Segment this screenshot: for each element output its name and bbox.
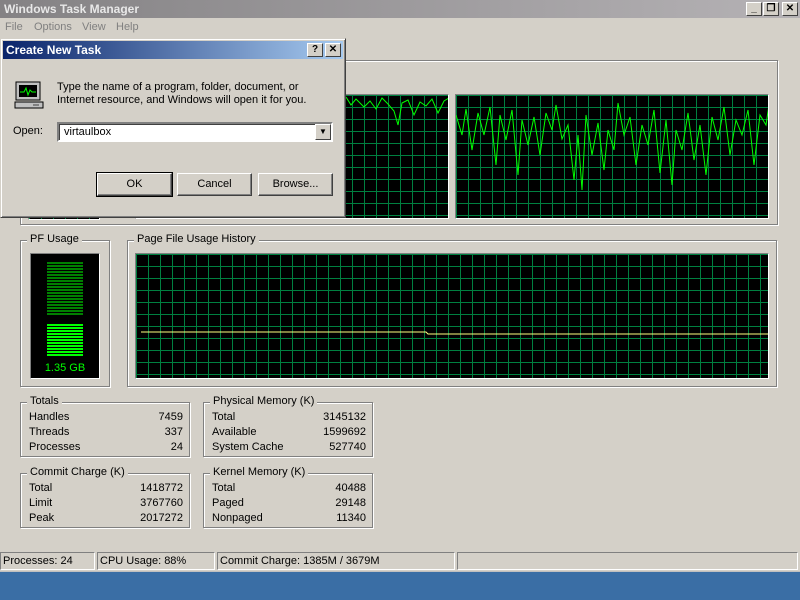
open-combobox[interactable]: virtaulbox ▼ [57,122,333,142]
physical-row-total: Total 3145132 [212,411,366,426]
totals-processes-key: Processes [29,441,81,453]
status-processes: Processes: 24 [0,552,95,570]
totals-processes-value: 24 [170,441,183,453]
commit-charge-group: Commit Charge (K) Total 1418772 Limit 37… [20,466,190,528]
physical-total-key: Total [212,411,236,423]
menu-options[interactable]: Options [34,21,72,33]
totals-handles-key: Handles [29,411,70,423]
open-label: Open: [13,125,43,137]
kernel-total-value: 40488 [335,482,366,494]
commit-charge-label: Commit Charge (K) [27,466,128,478]
kernel-paged-value: 29148 [335,497,366,509]
pf-usage-gauge-fill [47,324,83,356]
pf-usage-gauge: 1.35 GB [30,253,100,379]
commit-peak-value: 2017272 [140,512,183,524]
pf-usage-gauge-empty [47,262,83,316]
taskbar [0,571,800,600]
commit-row-limit: Limit 3767760 [29,497,183,512]
cancel-button[interactable]: Cancel [177,173,252,196]
kernel-memory-label: Kernel Memory (K) [210,466,309,478]
commit-total-key: Total [29,482,53,494]
physical-cache-key: System Cache [212,441,284,453]
statusbar: Processes: 24 CPU Usage: 88% Commit Char… [0,551,800,571]
kernel-nonpaged-key: Nonpaged [212,512,263,524]
restore-button[interactable]: ❐ [763,2,779,16]
kernel-memory-group: Kernel Memory (K) Total 40488 Paged 2914… [203,466,373,528]
totals-row-handles: Handles 7459 [29,411,183,426]
totals-row-processes: Processes 24 [29,441,183,456]
kernel-nonpaged-value: 11340 [336,512,366,524]
totals-handles-value: 7459 [158,411,183,423]
kernel-paged-key: Paged [212,497,244,509]
task-manager-titlebar[interactable]: Windows Task Manager _ ❐ ✕ [0,0,800,18]
window-title: Windows Task Manager [4,2,140,16]
cpu-history-line-2 [456,102,768,191]
physical-cache-value: 527740 [329,441,366,453]
commit-peak-key: Peak [29,512,55,524]
cpu-history-graph-2 [455,94,769,219]
cpu-history-line-1 [345,96,448,126]
pf-usage-value: 1.35 GB [44,362,86,374]
menu-view[interactable]: View [82,21,106,33]
physical-memory-group: Physical Memory (K) Total 3145132 Availa… [203,395,373,457]
physical-available-key: Available [212,426,257,438]
totals-group: Totals Handles 7459 Threads 337 Processe… [20,395,190,457]
create-new-task-dialog: Create New Task ? ✕ Type the name of a p… [0,38,346,218]
dialog-titlebar[interactable]: Create New Task ? ✕ [3,41,343,59]
close-button[interactable]: ✕ [782,2,798,16]
totals-threads-key: Threads [29,426,70,438]
totals-threads-value: 337 [164,426,183,438]
physical-memory-label: Physical Memory (K) [210,395,318,407]
dialog-description: Type the name of a program, folder, docu… [57,81,307,106]
pf-usage-label: PF Usage [27,233,82,245]
kernel-row-nonpaged: Nonpaged 11340 [212,512,366,527]
ok-button[interactable]: OK [96,172,173,197]
dialog-help-button[interactable]: ? [307,43,323,57]
browse-button[interactable]: Browse... [258,173,333,196]
commit-limit-value: 3767760 [140,497,183,509]
dialog-title: Create New Task [6,43,102,57]
menubar: File Options View Help [0,19,800,37]
commit-row-total: Total 1418772 [29,482,183,497]
commit-total-value: 1418772 [140,482,183,494]
minimize-button[interactable]: _ [746,2,762,16]
kernel-row-total: Total 40488 [212,482,366,497]
commit-row-peak: Peak 2017272 [29,512,183,527]
dialog-close-button[interactable]: ✕ [325,43,341,57]
pf-history-graph [135,253,769,379]
run-computer-icon [14,81,44,109]
pf-history-label: Page File Usage History [134,233,259,245]
kernel-row-paged: Paged 29148 [212,497,366,512]
commit-limit-key: Limit [29,497,53,509]
chevron-down-icon[interactable]: ▼ [315,124,331,140]
kernel-total-key: Total [212,482,236,494]
status-empty-panel [457,552,798,570]
status-cpu-usage: CPU Usage: 88% [97,552,215,570]
menu-file[interactable]: File [5,21,23,33]
physical-total-value: 3145132 [323,411,366,423]
physical-available-value: 1599692 [323,426,366,438]
status-commit-charge: Commit Charge: 1385M / 3679M [217,552,455,570]
totals-label: Totals [27,395,62,407]
physical-row-available: Available 1599692 [212,426,366,441]
totals-row-threads: Threads 337 [29,426,183,441]
physical-row-cache: System Cache 527740 [212,441,366,456]
menu-help[interactable]: Help [116,21,139,33]
pf-history-line [141,331,768,335]
open-input[interactable]: virtaulbox [64,126,111,138]
